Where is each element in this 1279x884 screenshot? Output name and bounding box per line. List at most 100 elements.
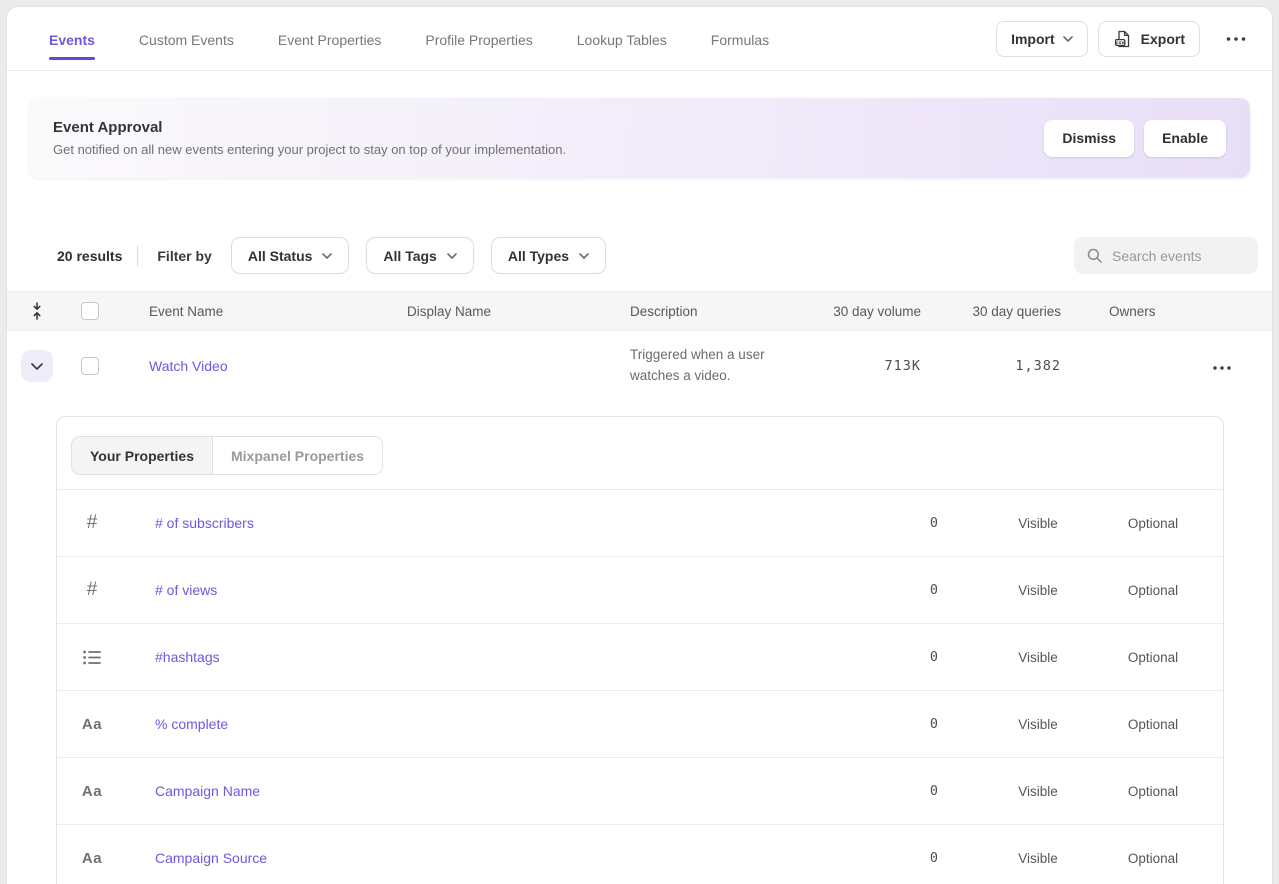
property-requirement: Optional [1083,851,1223,866]
event-name-link[interactable]: Watch Video [113,358,395,374]
active-tab-underline [711,57,769,60]
tab-label: Event Properties [278,32,382,48]
search-box[interactable] [1074,237,1258,274]
tab-lookup-tables[interactable]: Lookup Tables [577,18,667,60]
property-value: 0 [873,582,993,598]
tab-label: Profile Properties [425,32,532,48]
tab-custom-events[interactable]: Custom Events [139,18,234,60]
property-name-link[interactable]: # of subscribers [127,515,873,531]
properties-list: ## of subscribers0VisibleOptional## of v… [57,490,1223,884]
number-icon: # [57,512,127,534]
collapse-row-button[interactable] [21,350,53,382]
column-header-queries: 30 day queries [921,304,1061,319]
filter-dropdown-all-tags[interactable]: All Tags [366,237,473,274]
property-requirement: Optional [1083,717,1223,732]
property-requirement: Optional [1083,516,1223,531]
dropdown-label: All Types [508,248,569,264]
event-description: Triggered when a user watches a video. [618,345,810,387]
property-row: Aa% complete0VisibleOptional [57,691,1223,758]
banner-title: Event Approval [53,119,566,136]
property-visibility: Visible [993,784,1083,799]
export-button[interactable]: csv Export [1098,21,1200,57]
property-row: ## of views0VisibleOptional [57,557,1223,624]
ellipsis-icon [1226,37,1246,41]
property-value: 0 [873,515,993,531]
filter-dropdowns: All Status All Tags All Types [231,237,606,274]
property-requirement: Optional [1083,650,1223,665]
chevron-down-icon [1063,36,1073,42]
properties-panel-header: Your PropertiesMixpanel Properties [57,417,1223,490]
properties-tab-mixpanel-properties[interactable]: Mixpanel Properties [212,437,382,474]
select-all-checkbox[interactable] [81,302,99,320]
property-name-link[interactable]: Campaign Name [127,783,873,799]
column-header-description: Description [618,304,810,319]
property-row: ## of subscribers0VisibleOptional [57,490,1223,557]
dropdown-label: All Status [248,248,313,264]
property-visibility: Visible [993,717,1083,732]
tab-label: Lookup Tables [577,32,667,48]
text-icon: Aa [57,716,127,733]
nav-tabs: Events Custom Events Event Properties Profi… [49,18,769,60]
search-input[interactable] [1112,248,1246,264]
filter-dropdown-all-status[interactable]: All Status [231,237,350,274]
properties-tab-your-properties[interactable]: Your Properties [72,437,212,474]
dismiss-button[interactable]: Dismiss [1044,120,1134,157]
divider [137,245,138,267]
dropdown-label: All Tags [383,248,436,264]
top-nav: Events Custom Events Event Properties Profi… [7,7,1272,71]
tab-events[interactable]: Events [49,18,95,60]
collapse-all-icon[interactable] [7,302,67,320]
banner-actions: Dismiss Enable [1044,120,1226,157]
property-row: #hashtags0VisibleOptional [57,624,1223,691]
active-tab-underline [139,57,234,60]
row-more-options-button[interactable] [1207,360,1237,376]
property-name-link[interactable]: Campaign Source [127,850,873,866]
chevron-down-icon [322,253,332,259]
chevron-down-icon [447,253,457,259]
banner-text: Event Approval Get notified on all new e… [53,119,566,157]
nav-actions: Import csv Export [996,21,1252,57]
list-icon [57,650,127,665]
table-header: Event Name Display Name Description 30 d… [7,291,1272,331]
property-visibility: Visible [993,650,1083,665]
search-icon [1086,247,1103,264]
table-row: Watch Video Triggered when a user watche… [7,331,1272,401]
tab-label: Custom Events [139,32,234,48]
column-header-event-name: Event Name [113,304,395,319]
property-row: AaCampaign Name0VisibleOptional [57,758,1223,825]
tab-label: Events [49,32,95,48]
event-queries: 1,382 [921,358,1061,374]
import-button-label: Import [1011,31,1055,47]
property-name-link[interactable]: # of views [127,582,873,598]
results-count: 20 results [57,248,122,264]
enable-button[interactable]: Enable [1144,120,1226,157]
more-options-button[interactable] [1220,21,1252,57]
property-name-link[interactable]: #hashtags [127,649,873,665]
import-button[interactable]: Import [996,21,1088,57]
column-header-owners: Owners [1061,304,1197,319]
property-visibility: Visible [993,851,1083,866]
active-tab-underline [577,57,667,60]
text-icon: Aa [57,783,127,800]
column-header-display-name: Display Name [395,304,618,319]
property-value: 0 [873,649,993,665]
properties-tab-switcher: Your PropertiesMixpanel Properties [71,436,383,475]
text-icon: Aa [57,850,127,867]
property-visibility: Visible [993,516,1083,531]
column-header-volume: 30 day volume [810,304,921,319]
row-checkbox[interactable] [81,357,99,375]
property-requirement: Optional [1083,583,1223,598]
filter-dropdown-all-types[interactable]: All Types [491,237,606,274]
tab-event-properties[interactable]: Event Properties [278,18,382,60]
tab-label: Formulas [711,32,769,48]
active-tab-underline [425,57,532,60]
banner-description: Get notified on all new events entering … [53,142,566,157]
property-row: AaCampaign Source0VisibleOptional [57,825,1223,884]
chevron-down-icon [579,253,589,259]
active-tab-underline [49,57,95,60]
property-name-link[interactable]: % complete [127,716,873,732]
tab-profile-properties[interactable]: Profile Properties [425,18,532,60]
tab-formulas[interactable]: Formulas [711,18,769,60]
filter-bar: 20 results Filter by All StatusAll TagsA… [57,237,1258,274]
event-volume: 713K [810,358,921,374]
